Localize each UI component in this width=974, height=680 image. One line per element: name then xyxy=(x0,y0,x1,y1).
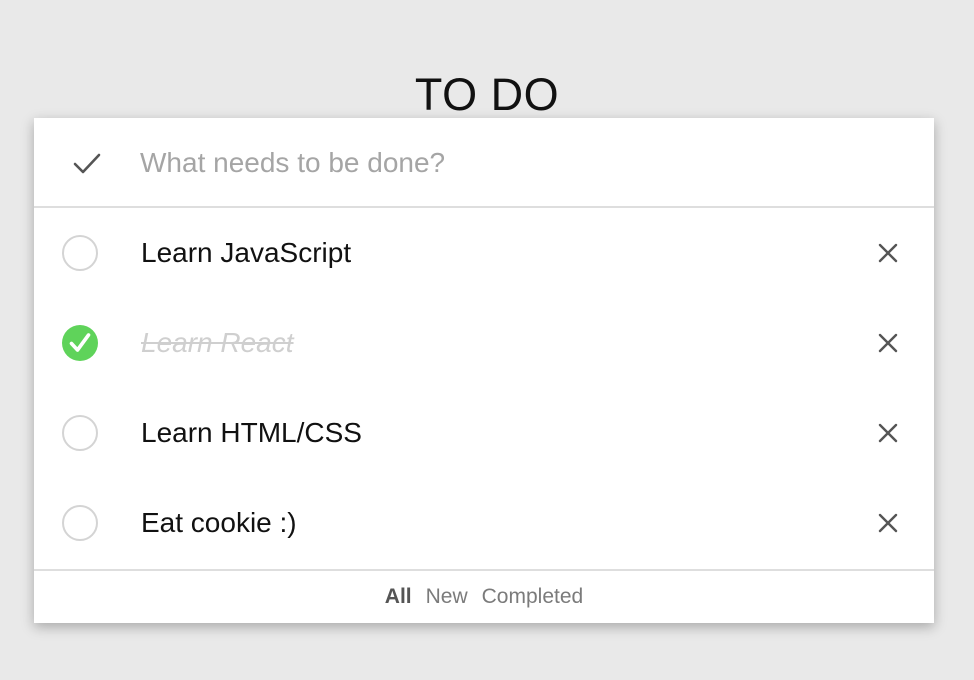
todo-label[interactable]: Learn React xyxy=(141,323,294,363)
todo-toggle-checkbox[interactable] xyxy=(62,505,98,541)
filter-bar: All New Completed xyxy=(34,569,934,623)
close-icon[interactable] xyxy=(876,331,900,355)
check-circle-icon xyxy=(69,333,91,352)
todo-item: Learn React xyxy=(34,298,934,388)
filter-new[interactable]: New xyxy=(426,585,468,609)
todo-item: Learn HTML/CSS xyxy=(34,388,934,478)
page-title: TO DO xyxy=(414,69,560,121)
new-todo-input[interactable] xyxy=(140,140,880,186)
checkmark-icon xyxy=(73,153,101,174)
todo-label[interactable]: Learn JavaScript xyxy=(141,233,351,273)
new-todo-row xyxy=(34,118,934,208)
todo-item: Eat cookie :) xyxy=(34,478,934,568)
todo-toggle-checkbox[interactable] xyxy=(62,325,98,361)
close-icon[interactable] xyxy=(876,241,900,265)
close-icon[interactable] xyxy=(876,511,900,535)
todo-label[interactable]: Learn HTML/CSS xyxy=(141,413,362,453)
close-icon[interactable] xyxy=(876,421,900,445)
todo-card: Learn JavaScript Learn React Learn HTML/… xyxy=(34,118,934,623)
todo-item: Learn JavaScript xyxy=(34,208,934,298)
todo-toggle-checkbox[interactable] xyxy=(62,415,98,451)
todo-label[interactable]: Eat cookie :) xyxy=(141,503,297,543)
todo-toggle-checkbox[interactable] xyxy=(62,235,98,271)
filter-completed[interactable]: Completed xyxy=(482,585,584,609)
filter-all[interactable]: All xyxy=(385,585,412,609)
toggle-all-button[interactable] xyxy=(70,147,104,181)
